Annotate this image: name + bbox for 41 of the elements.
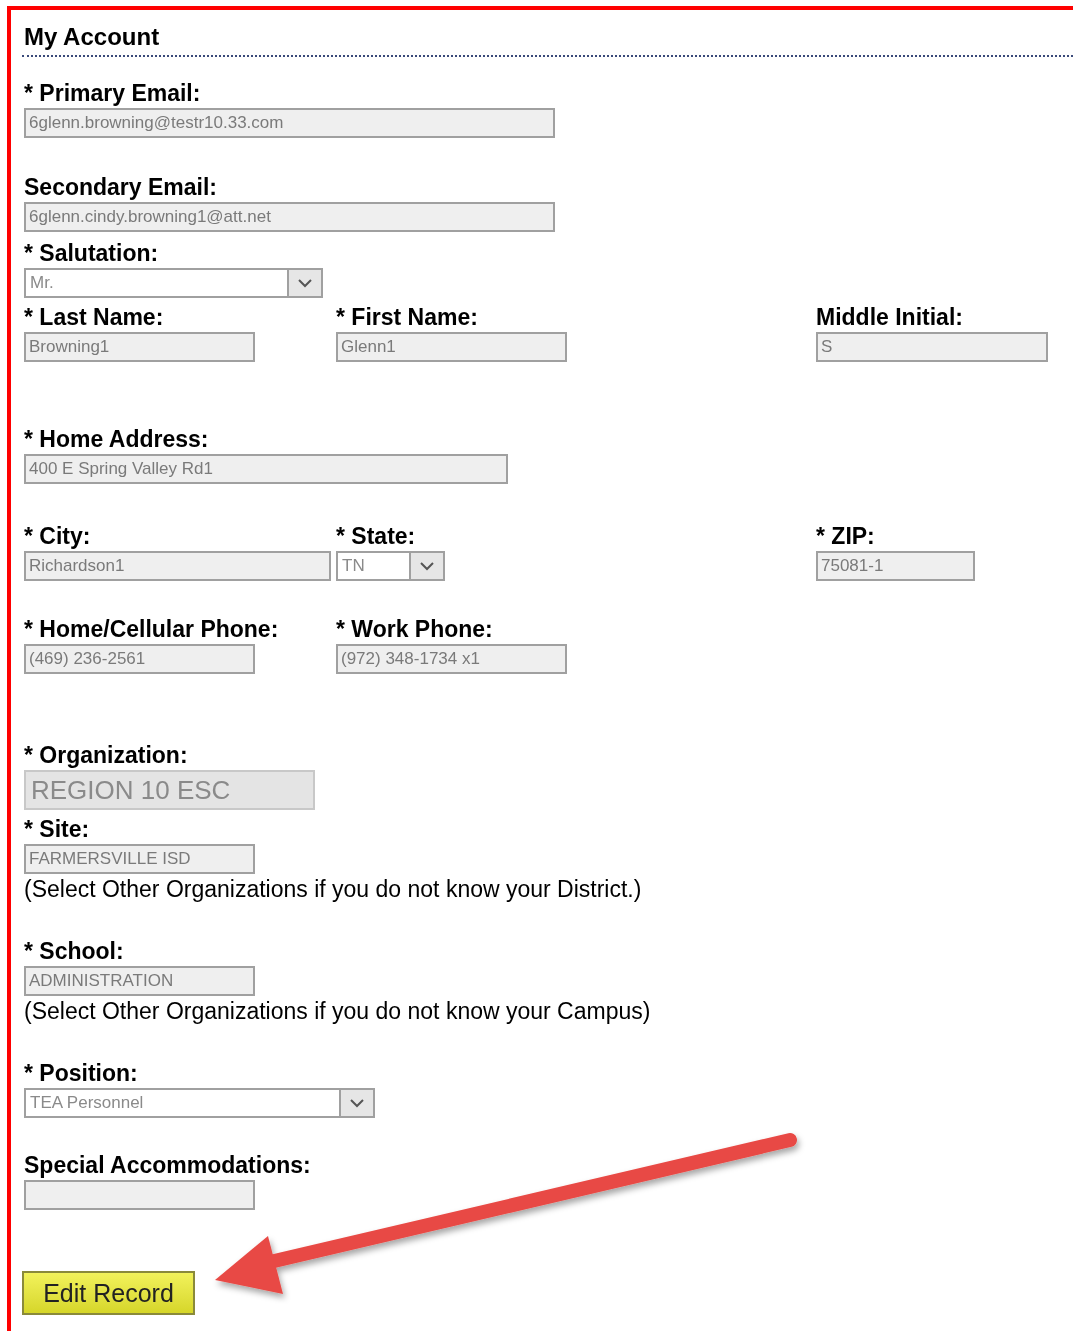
field-label: * ZIP: bbox=[816, 522, 876, 551]
chevron-down-icon bbox=[297, 278, 313, 288]
input-field[interactable]: (972) 348-1734 x1 bbox=[336, 644, 567, 674]
field-label: * School: bbox=[24, 937, 125, 966]
input-field[interactable]: REGION 10 ESC bbox=[24, 770, 315, 810]
field-label: * First Name: bbox=[336, 303, 479, 332]
field-label: * Salutation: bbox=[24, 239, 160, 268]
field-label: Special Accommodations: bbox=[24, 1151, 312, 1180]
field-label: * Organization: bbox=[24, 741, 189, 770]
dropdown[interactable]: Mr. bbox=[24, 268, 323, 298]
section-title: My Account bbox=[24, 22, 160, 52]
dropdown[interactable]: TN bbox=[336, 551, 445, 581]
field-label: * Work Phone: bbox=[336, 615, 494, 644]
field-label: Secondary Email: bbox=[24, 173, 219, 202]
field-label: * Last Name: bbox=[24, 303, 165, 332]
input-field[interactable]: Glenn1 bbox=[336, 332, 567, 362]
field-label: * Home/Cellular Phone: bbox=[24, 615, 280, 644]
edit-record-button[interactable]: Edit Record bbox=[22, 1271, 195, 1315]
field-label: * Home Address: bbox=[24, 425, 210, 454]
field-label: * Position: bbox=[24, 1059, 139, 1088]
input-field[interactable]: 6glenn.browning@testr10.33.com bbox=[24, 108, 555, 138]
dropdown[interactable]: TEA Personnel bbox=[24, 1088, 375, 1118]
field-label: * State: bbox=[336, 522, 417, 551]
input-field[interactable]: Browning1 bbox=[24, 332, 255, 362]
input-field[interactable]: FARMERSVILLE ISD bbox=[24, 844, 255, 874]
field-label: * Site: bbox=[24, 815, 91, 844]
chevron-down-icon bbox=[419, 561, 435, 571]
chevron-down-icon bbox=[349, 1098, 365, 1108]
input-field[interactable]: ADMINISTRATION bbox=[24, 966, 255, 996]
help-text: (Select Other Organizations if you do not know your District.) bbox=[24, 875, 643, 904]
input-field[interactable]: 400 E Spring Valley Rd1 bbox=[24, 454, 508, 484]
field-label: * City: bbox=[24, 522, 92, 551]
input-field[interactable]: 6glenn.cindy.browning1@att.net bbox=[24, 202, 555, 232]
input-field[interactable]: S bbox=[816, 332, 1048, 362]
field-label: * Primary Email: bbox=[24, 79, 202, 108]
help-text: (Select Other Organizations if you do not know your Campus) bbox=[24, 997, 652, 1026]
input-field[interactable]: (469) 236-2561 bbox=[24, 644, 255, 674]
input-field[interactable] bbox=[24, 1180, 255, 1210]
field-label: Middle Initial: bbox=[816, 303, 964, 332]
input-field[interactable]: Richardson1 bbox=[24, 551, 331, 581]
input-field[interactable]: 75081-1 bbox=[816, 551, 975, 581]
